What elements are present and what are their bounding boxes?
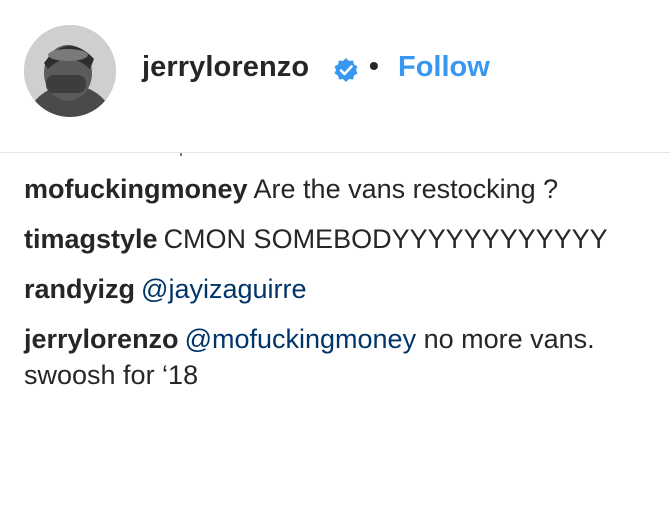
scroll-indicator bbox=[180, 153, 182, 156]
post-header: jerrylorenzo • Follow bbox=[0, 0, 670, 150]
comment-username[interactable]: timagstyle bbox=[24, 224, 158, 254]
comment-item: jerrylorenzo @mofuckingmoney no more vans… bbox=[24, 321, 654, 393]
comment-text: Are the vans restocking ? bbox=[253, 174, 559, 204]
comment-username[interactable]: randyizg bbox=[24, 274, 135, 304]
post-author-username[interactable]: jerrylorenzo bbox=[142, 51, 309, 84]
comment-mention[interactable]: @mofuckingmoney bbox=[185, 324, 417, 354]
comment-list: mofuckingmoney Are the vans restocking ? … bbox=[24, 171, 654, 407]
comment-text: CMON SOMEBODYYYYYYYYYYYY bbox=[163, 224, 608, 254]
avatar[interactable] bbox=[24, 25, 116, 117]
separator-dot: • bbox=[369, 50, 379, 81]
comment-item: randyizg @jayizaguirre bbox=[24, 271, 654, 307]
verified-badge-icon bbox=[333, 57, 359, 83]
comment-mention[interactable]: @jayizaguirre bbox=[141, 274, 306, 304]
follow-button[interactable]: Follow bbox=[398, 51, 490, 84]
comment-item: timagstyle CMON SOMEBODYYYYYYYYYYYY bbox=[24, 221, 654, 257]
comment-item: mofuckingmoney Are the vans restocking ? bbox=[24, 171, 654, 207]
comment-username[interactable]: mofuckingmoney bbox=[24, 174, 248, 204]
comment-username[interactable]: jerrylorenzo bbox=[24, 324, 179, 354]
header-divider bbox=[0, 152, 670, 153]
